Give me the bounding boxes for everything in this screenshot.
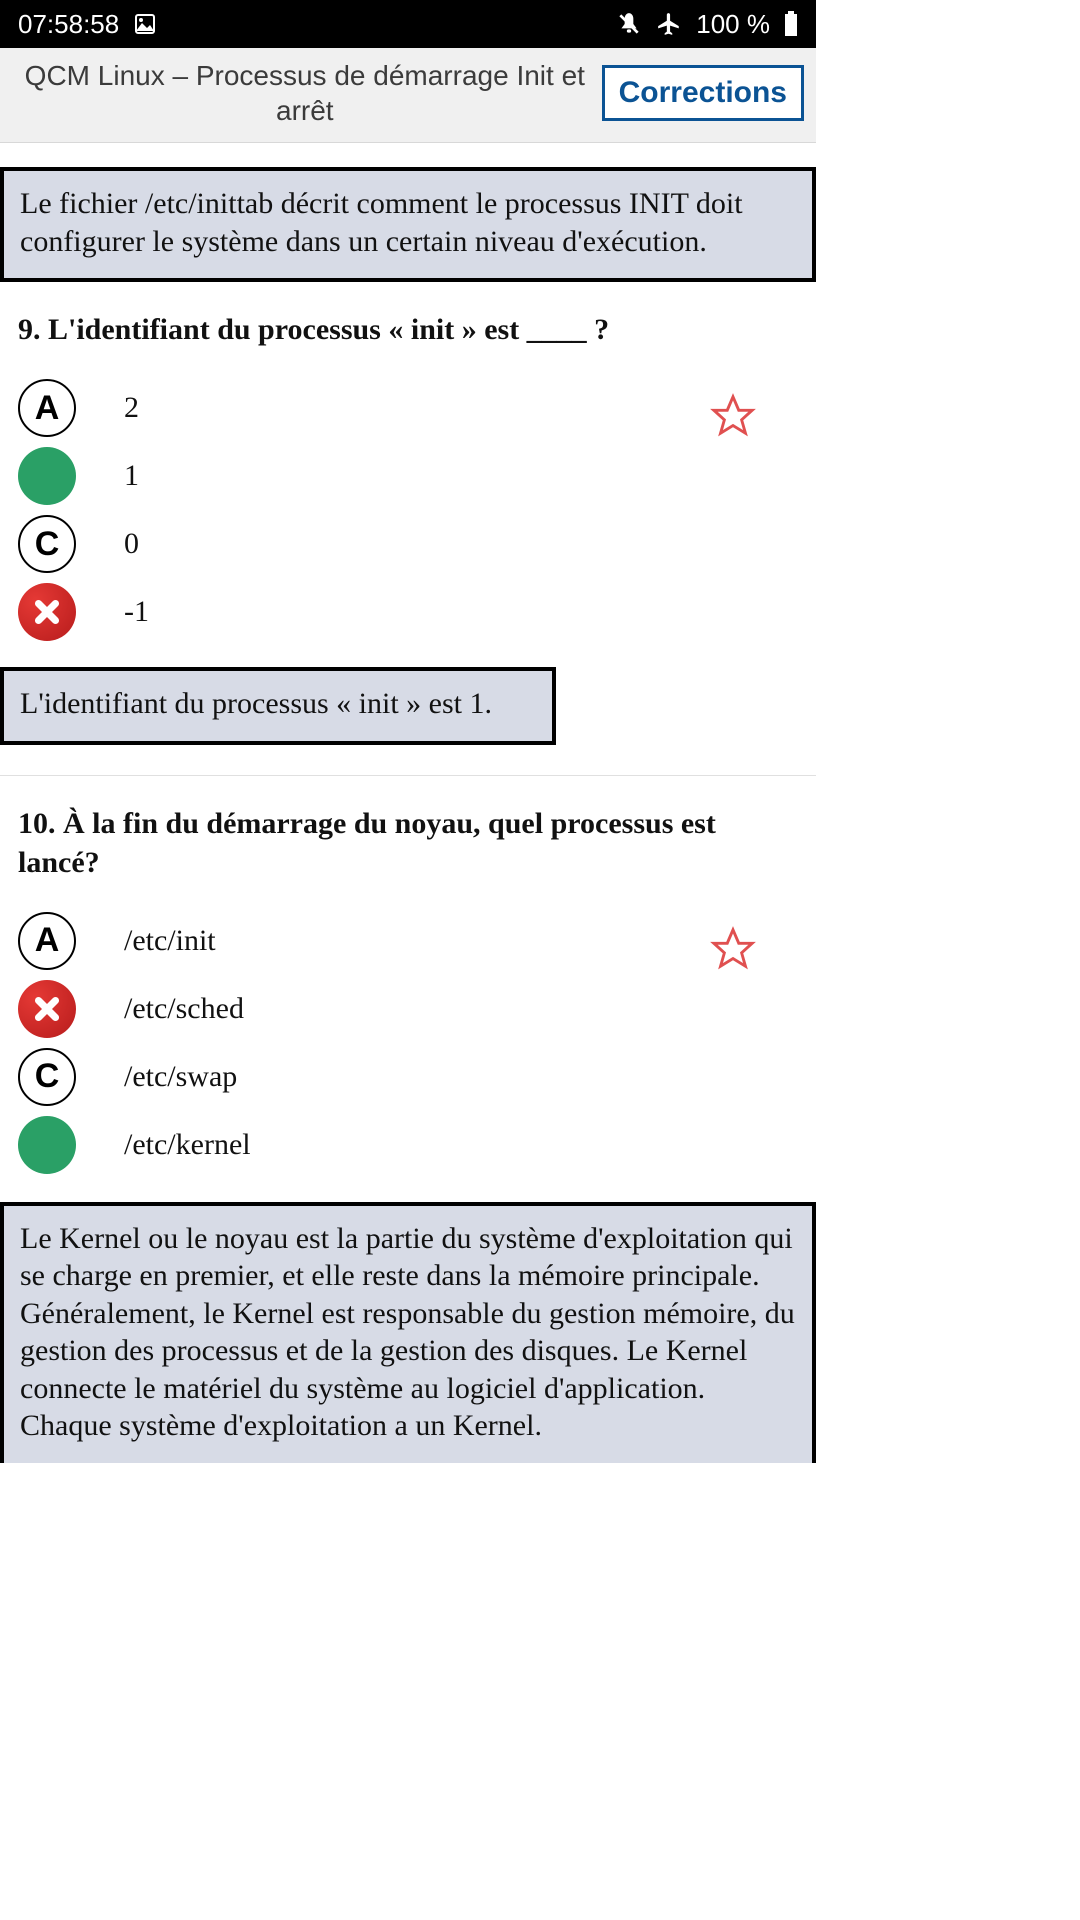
- option-text: -1: [124, 595, 149, 629]
- option-9-a[interactable]: A 2: [18, 379, 798, 437]
- battery-icon: [784, 11, 798, 37]
- wrong-icon: [18, 583, 76, 641]
- correct-icon: [18, 447, 76, 505]
- option-marker: A: [18, 912, 76, 970]
- explanation-box-q9: L'identifiant du processus « init » est …: [0, 667, 556, 745]
- question-10-options: A /etc/init /etc/sched C /etc/swap /etc/…: [0, 892, 816, 1174]
- option-marker: A: [18, 379, 76, 437]
- option-text: 2: [124, 391, 139, 425]
- option-10-c[interactable]: C /etc/swap: [18, 1048, 798, 1106]
- option-text: /etc/init: [124, 924, 216, 958]
- status-bar: 07:58:58 100 %: [0, 0, 816, 48]
- airplane-icon: [656, 11, 682, 37]
- corrections-button[interactable]: Corrections: [602, 65, 804, 121]
- option-text: /etc/kernel: [124, 1128, 251, 1162]
- question-9-title: 9. L'identifiant du processus « init » e…: [0, 282, 816, 359]
- page-title: QCM Linux – Processus de démarrage Init …: [12, 58, 602, 128]
- favorite-star-icon[interactable]: [710, 926, 756, 980]
- battery-text: 100 %: [696, 9, 770, 40]
- option-text: 0: [124, 527, 139, 561]
- option-10-d[interactable]: /etc/kernel: [18, 1116, 798, 1174]
- explanation-box-q10: Le Kernel ou le noyau est la partie du s…: [0, 1202, 816, 1463]
- option-text: /etc/swap: [124, 1060, 237, 1094]
- option-10-a[interactable]: A /etc/init: [18, 912, 798, 970]
- explanation-box-inittab: Le fichier /etc/inittab décrit comment l…: [0, 167, 816, 282]
- option-9-c[interactable]: C 0: [18, 515, 798, 573]
- wrong-icon: [18, 980, 76, 1038]
- option-10-b[interactable]: /etc/sched: [18, 980, 798, 1038]
- option-marker: C: [18, 1048, 76, 1106]
- option-text: /etc/sched: [124, 992, 244, 1026]
- option-9-b[interactable]: 1: [18, 447, 798, 505]
- mute-icon: [616, 11, 642, 37]
- option-marker: C: [18, 515, 76, 573]
- status-time: 07:58:58: [18, 9, 119, 40]
- app-bar: QCM Linux – Processus de démarrage Init …: [0, 48, 816, 143]
- option-text: 1: [124, 459, 139, 493]
- favorite-star-icon[interactable]: [710, 393, 756, 447]
- image-icon: [133, 12, 157, 36]
- correct-icon: [18, 1116, 76, 1174]
- option-9-d[interactable]: -1: [18, 583, 798, 641]
- question-10-title: 10. À la fin du démarrage du noyau, quel…: [0, 776, 816, 892]
- question-9-options: A 2 1 C 0 -1: [0, 359, 816, 641]
